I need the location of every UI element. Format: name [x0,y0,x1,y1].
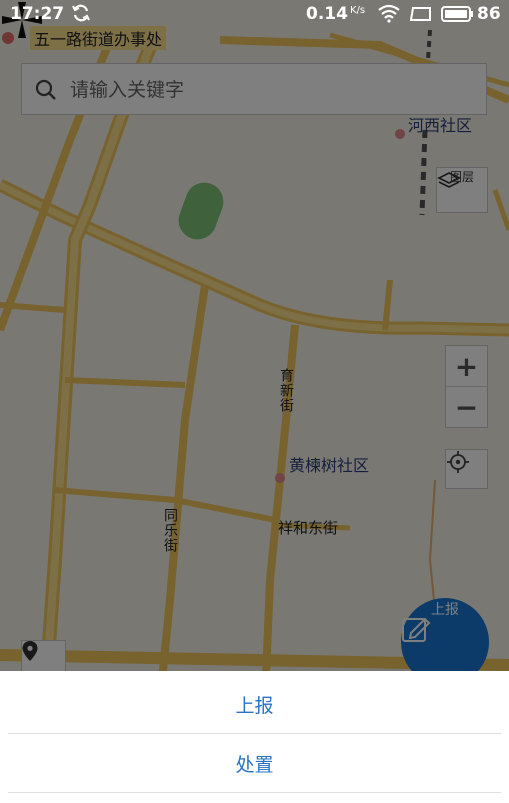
app-screen: 五一路街道办事处 河西社区 黄楝树社区 祥和东街 育新街 同乐街 图层 + − [0,0,509,803]
battery-icon [441,6,473,22]
sync-icon [72,4,90,22]
sheet-item-report[interactable]: 上报 [0,675,509,733]
screen-icon [410,7,431,21]
network-speed-unit: K/s [350,5,366,16]
wifi-icon [378,4,400,23]
sheet-divider [8,792,501,793]
status-time: 17:27 [10,4,65,24]
battery-level: 86 [477,4,501,24]
action-sheet: 上报 处置 [0,671,509,803]
sheet-item-dispose[interactable]: 处置 [0,734,509,792]
status-bar: 17:27 0.14 K/s 86 [0,0,509,28]
network-speed: 0.14 [306,4,348,24]
